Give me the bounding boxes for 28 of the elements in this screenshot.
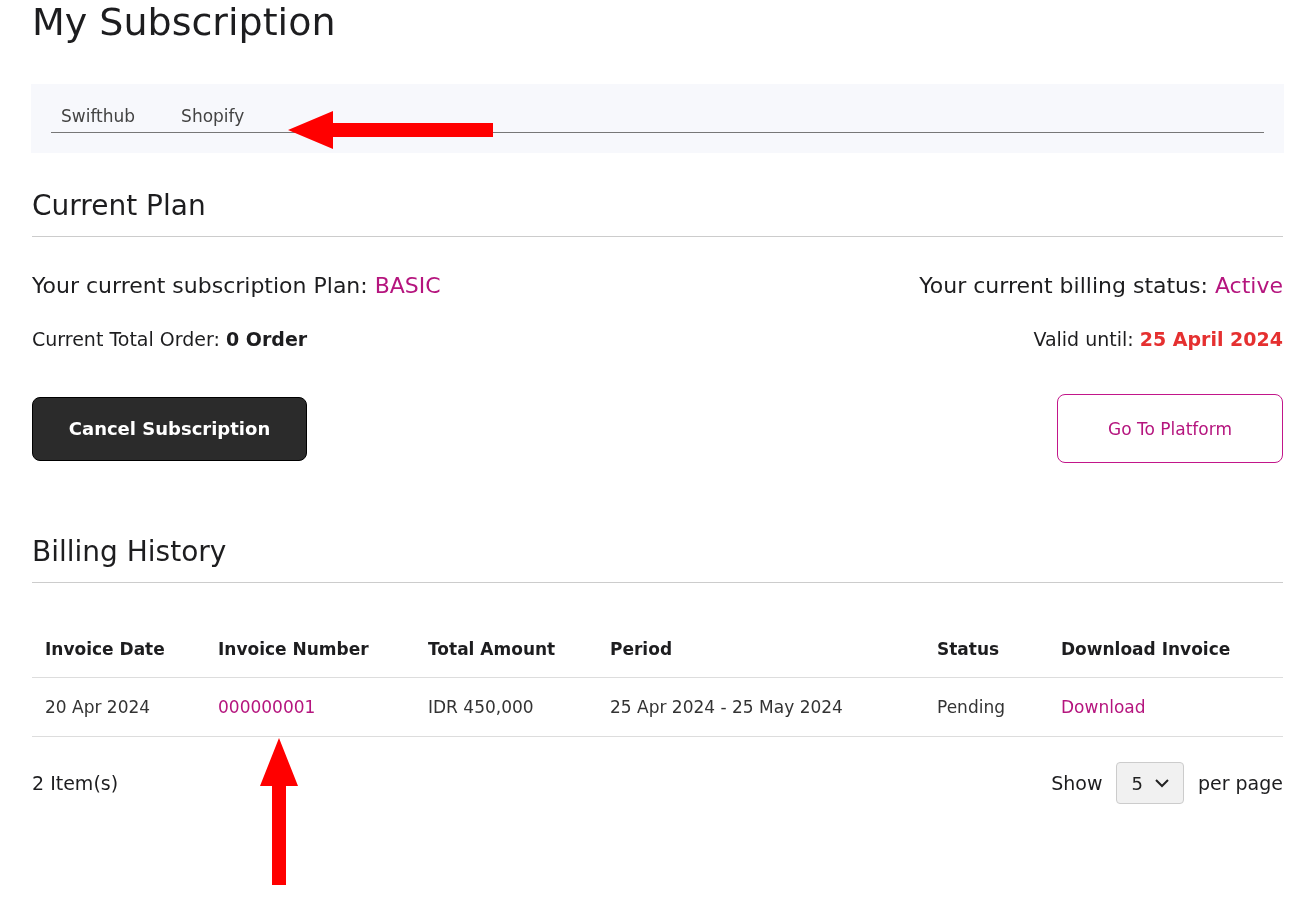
billing-status-text: Your current billing status: Active <box>919 273 1283 298</box>
show-label: Show <box>1051 772 1103 794</box>
column-header: Invoice Number <box>218 639 370 659</box>
tab[interactable]: Swifthub <box>61 106 136 126</box>
column-header: Period <box>610 639 674 659</box>
total-order-text: Current Total Order: 0 Order <box>32 328 308 350</box>
page-title: My Subscription <box>32 0 337 44</box>
item-count: 2 Item(s) <box>32 772 119 794</box>
valid-until-text: Valid until: 25 April 2024 <box>1033 328 1283 350</box>
cancel-subscription-button[interactable]: Cancel Subscription <box>32 396 307 461</box>
invoice-number-link[interactable]: 000000001 <box>218 697 316 717</box>
per-page-label: per page <box>1197 772 1283 794</box>
tab[interactable]: Shopify <box>181 106 245 126</box>
table-cell-text: IDR 450,000 <box>428 697 535 717</box>
download-link[interactable]: Download <box>1061 697 1146 717</box>
section-heading: Current Plan <box>32 189 1283 237</box>
column-header: Total Amount <box>428 639 557 659</box>
column-header: Invoice Date <box>45 639 166 659</box>
table-cell-text: Pending <box>937 697 1006 717</box>
table-cell-text: 20 Apr 2024 <box>45 697 152 717</box>
table-cell-text: 25 Apr 2024 - 25 May 2024 <box>610 697 844 717</box>
plan-text: Your current subscription Plan: BASIC <box>32 273 441 298</box>
section-heading: Billing History <box>32 535 1283 583</box>
page-size-select[interactable]: 5 <box>1116 762 1184 804</box>
column-header: Download Invoice <box>1061 639 1232 659</box>
go-to-platform-button[interactable]: Go To Platform <box>1057 394 1283 463</box>
chevron-down-icon <box>1154 778 1169 788</box>
column-header: Status <box>937 639 1001 659</box>
